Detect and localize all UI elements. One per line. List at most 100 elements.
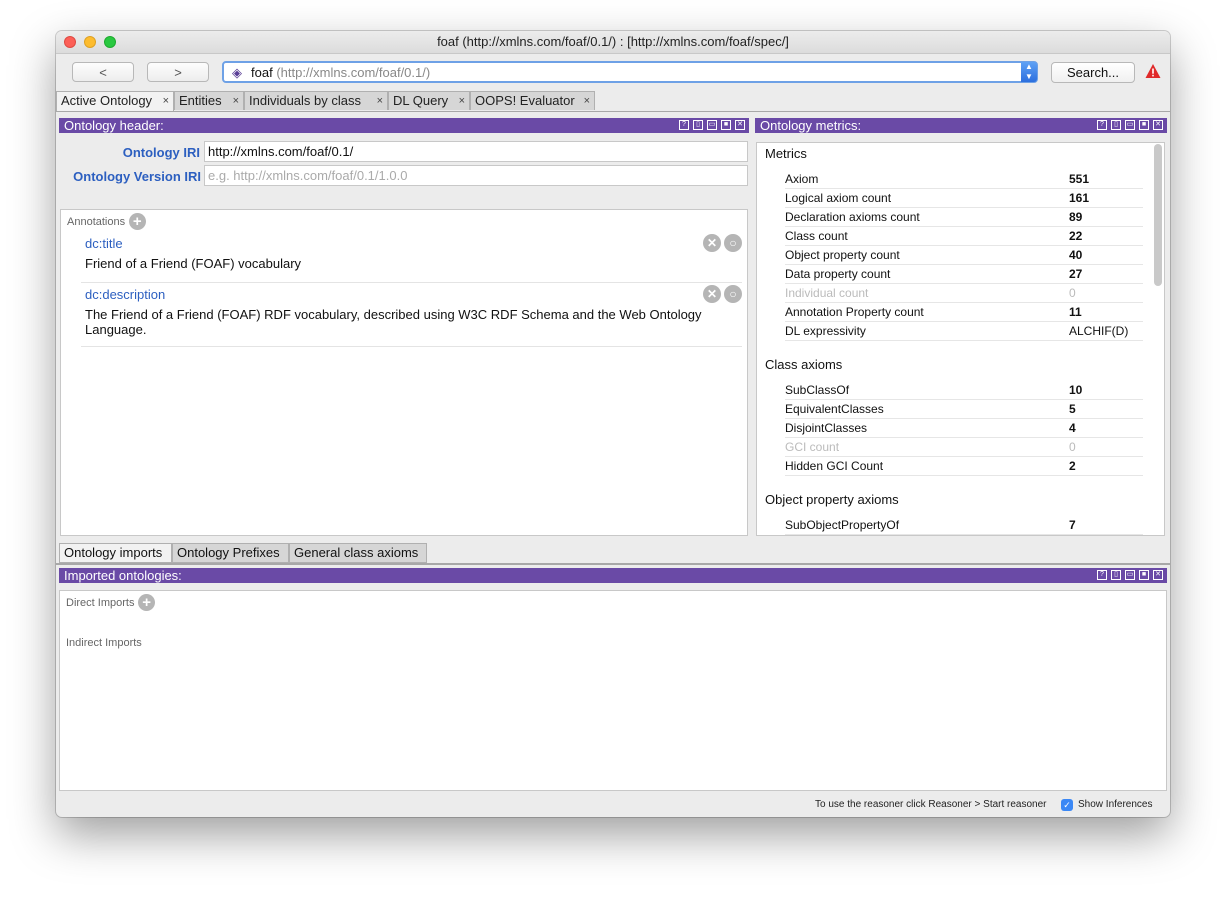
search-button[interactable]: Search... [1051, 62, 1135, 83]
tab-ontology-prefixes[interactable]: Ontology Prefixes [172, 543, 289, 563]
metric-row: Axiom 551 [785, 169, 1143, 189]
edit-annotation-icon[interactable]: ○ [724, 234, 742, 252]
metric-name: SubObjectPropertyOf [785, 518, 900, 532]
metric-name: Axiom [785, 172, 819, 186]
close-tab-icon[interactable]: × [459, 92, 465, 110]
metric-value: 551 [1069, 172, 1090, 186]
panel-title: Ontology header: [64, 118, 164, 133]
title-bar: foaf (http://xmlns.com/foaf/0.1/) : [htt… [56, 31, 1170, 54]
ontology-iri-label: Ontology IRI [122, 145, 200, 160]
metric-value: 22 [1069, 229, 1083, 243]
add-annotation-icon[interactable]: + [128, 213, 146, 231]
history-dropdown-icon[interactable]: ▲ ▼ [1021, 62, 1037, 82]
metric-name: EquivalentClasses [785, 402, 884, 416]
imported-ontologies-panel-header: Imported ontologies: ? ▯ ▭ ■ ✕ [59, 568, 1167, 583]
minimize-window-button[interactable] [84, 36, 96, 48]
warning-icon[interactable] [1145, 63, 1161, 79]
divider [81, 282, 742, 283]
metrics-group-title: Object property axioms [765, 492, 899, 507]
edit-annotation-icon[interactable]: ○ [724, 285, 742, 303]
metric-row: Logical axiom count 161 [785, 188, 1143, 208]
split-vertical-icon[interactable]: ▯ [1111, 570, 1121, 580]
help-icon[interactable]: ? [1097, 120, 1107, 130]
close-window-button[interactable] [64, 36, 76, 48]
metric-value: 161 [1069, 191, 1090, 205]
metric-value: 0 [1069, 440, 1076, 454]
metric-name: Individual count [785, 286, 869, 300]
metric-row: DisjointClasses 4 [785, 418, 1143, 438]
metric-name: Logical axiom count [785, 191, 892, 205]
metric-name: GCI count [785, 440, 840, 454]
show-inferences-label: Show Inferences [1078, 799, 1153, 810]
metric-row: EquivalentClasses 5 [785, 399, 1143, 419]
forward-button[interactable]: > [147, 62, 209, 82]
metric-row: GCI count 0 [785, 437, 1143, 457]
help-icon[interactable]: ? [679, 120, 689, 130]
ontology-iri-field[interactable]: http://xmlns.com/foaf/0.1/ [204, 141, 748, 162]
split-vertical-icon[interactable]: ▯ [693, 120, 703, 130]
annotation-property[interactable]: dc:title [85, 236, 123, 251]
split-horizontal-icon[interactable]: ▭ [1125, 120, 1135, 130]
tab-individuals-by-class[interactable]: Individuals by class × [244, 91, 388, 110]
annotation-property[interactable]: dc:description [85, 287, 165, 302]
metric-value: 2 [1069, 459, 1076, 473]
split-vertical-icon[interactable]: ▯ [1111, 120, 1121, 130]
metric-name: SubClassOf [785, 383, 850, 397]
panel-title: Imported ontologies: [64, 568, 182, 583]
show-inferences-checkbox[interactable]: ✓ [1061, 799, 1073, 811]
close-tab-icon[interactable]: × [377, 92, 383, 110]
close-view-icon[interactable]: ✕ [735, 120, 745, 130]
imports-panel: Direct Imports + Indirect Imports [59, 590, 1167, 791]
metric-value: 27 [1069, 267, 1083, 281]
split-horizontal-icon[interactable]: ▭ [707, 120, 717, 130]
help-icon[interactable]: ? [1097, 570, 1107, 580]
metrics-list: Metrics Axiom 551 Logical axiom count 161 … [756, 142, 1165, 536]
metrics-scrollbar[interactable] [1154, 144, 1162, 286]
ontology-diamond-icon: ◈ [232, 65, 242, 80]
tab-active-ontology[interactable]: Active Ontology × [56, 91, 174, 111]
close-tab-icon[interactable]: × [163, 92, 169, 110]
tab-general-class-axioms[interactable]: General class axioms [289, 543, 427, 563]
direct-imports-label: Direct Imports [66, 597, 135, 609]
ontology-version-iri-label: Ontology Version IRI [73, 169, 201, 184]
close-view-icon[interactable]: ✕ [1153, 570, 1163, 580]
tab-label: DL Query [393, 93, 449, 108]
ontology-header-panel-header: Ontology header: ? ▯ ▭ ■ ✕ [59, 118, 749, 133]
tab-ontology-imports[interactable]: Ontology imports [59, 543, 172, 563]
metric-value: 7 [1069, 518, 1076, 532]
back-button[interactable]: < [72, 62, 134, 82]
close-tab-icon[interactable]: × [233, 92, 239, 110]
metric-row: Class count 22 [785, 226, 1143, 246]
delete-annotation-icon[interactable]: ✕ [703, 234, 721, 252]
metric-value: 40 [1069, 248, 1083, 262]
close-view-icon[interactable]: ✕ [1153, 120, 1163, 130]
maximize-icon[interactable]: ■ [1139, 120, 1149, 130]
zoom-window-button[interactable] [104, 36, 116, 48]
metric-value: 11 [1069, 305, 1082, 319]
ontology-metrics-panel-header: Ontology metrics: ? ▯ ▭ ■ ✕ [755, 118, 1167, 133]
metric-name: Annotation Property count [785, 305, 924, 319]
metric-name: Hidden GCI Count [785, 459, 884, 473]
metric-value: 4 [1069, 421, 1076, 435]
close-tab-icon[interactable]: × [584, 92, 590, 110]
split-horizontal-icon[interactable]: ▭ [1125, 570, 1135, 580]
metric-row: DL expressivity ALCHIF(D) [785, 321, 1143, 341]
tab-entities[interactable]: Entities × [174, 91, 244, 110]
delete-annotation-icon[interactable]: ✕ [703, 285, 721, 303]
reasoner-status-text: To use the reasoner click Reasoner > Sta… [815, 799, 1047, 810]
metric-name: Data property count [785, 267, 891, 281]
maximize-icon[interactable]: ■ [721, 120, 731, 130]
entity-address-field[interactable]: ◈ foaf (http://xmlns.com/foaf/0.1/) ▲ ▼ [222, 61, 1038, 83]
tab-label: Active Ontology [61, 93, 153, 108]
ontology-version-iri-field[interactable]: e.g. http://xmlns.com/foaf/0.1/1.0.0 [204, 165, 748, 186]
bottom-tab-bar: Ontology imports Ontology Prefixes Gener… [56, 543, 1170, 565]
metric-row: Hidden GCI Count 2 [785, 456, 1143, 476]
add-import-icon[interactable]: + [138, 594, 156, 612]
tab-oops-evaluator[interactable]: OOPS! Evaluator × [470, 91, 595, 110]
window-title: foaf (http://xmlns.com/foaf/0.1/) : [htt… [437, 34, 789, 49]
tab-dl-query[interactable]: DL Query × [388, 91, 470, 110]
metrics-group-title: Metrics [765, 146, 807, 161]
annotation-value: The Friend of a Friend (FOAF) RDF vocabu… [85, 307, 702, 337]
maximize-icon[interactable]: ■ [1139, 570, 1149, 580]
panel-title: Ontology metrics: [760, 118, 862, 133]
